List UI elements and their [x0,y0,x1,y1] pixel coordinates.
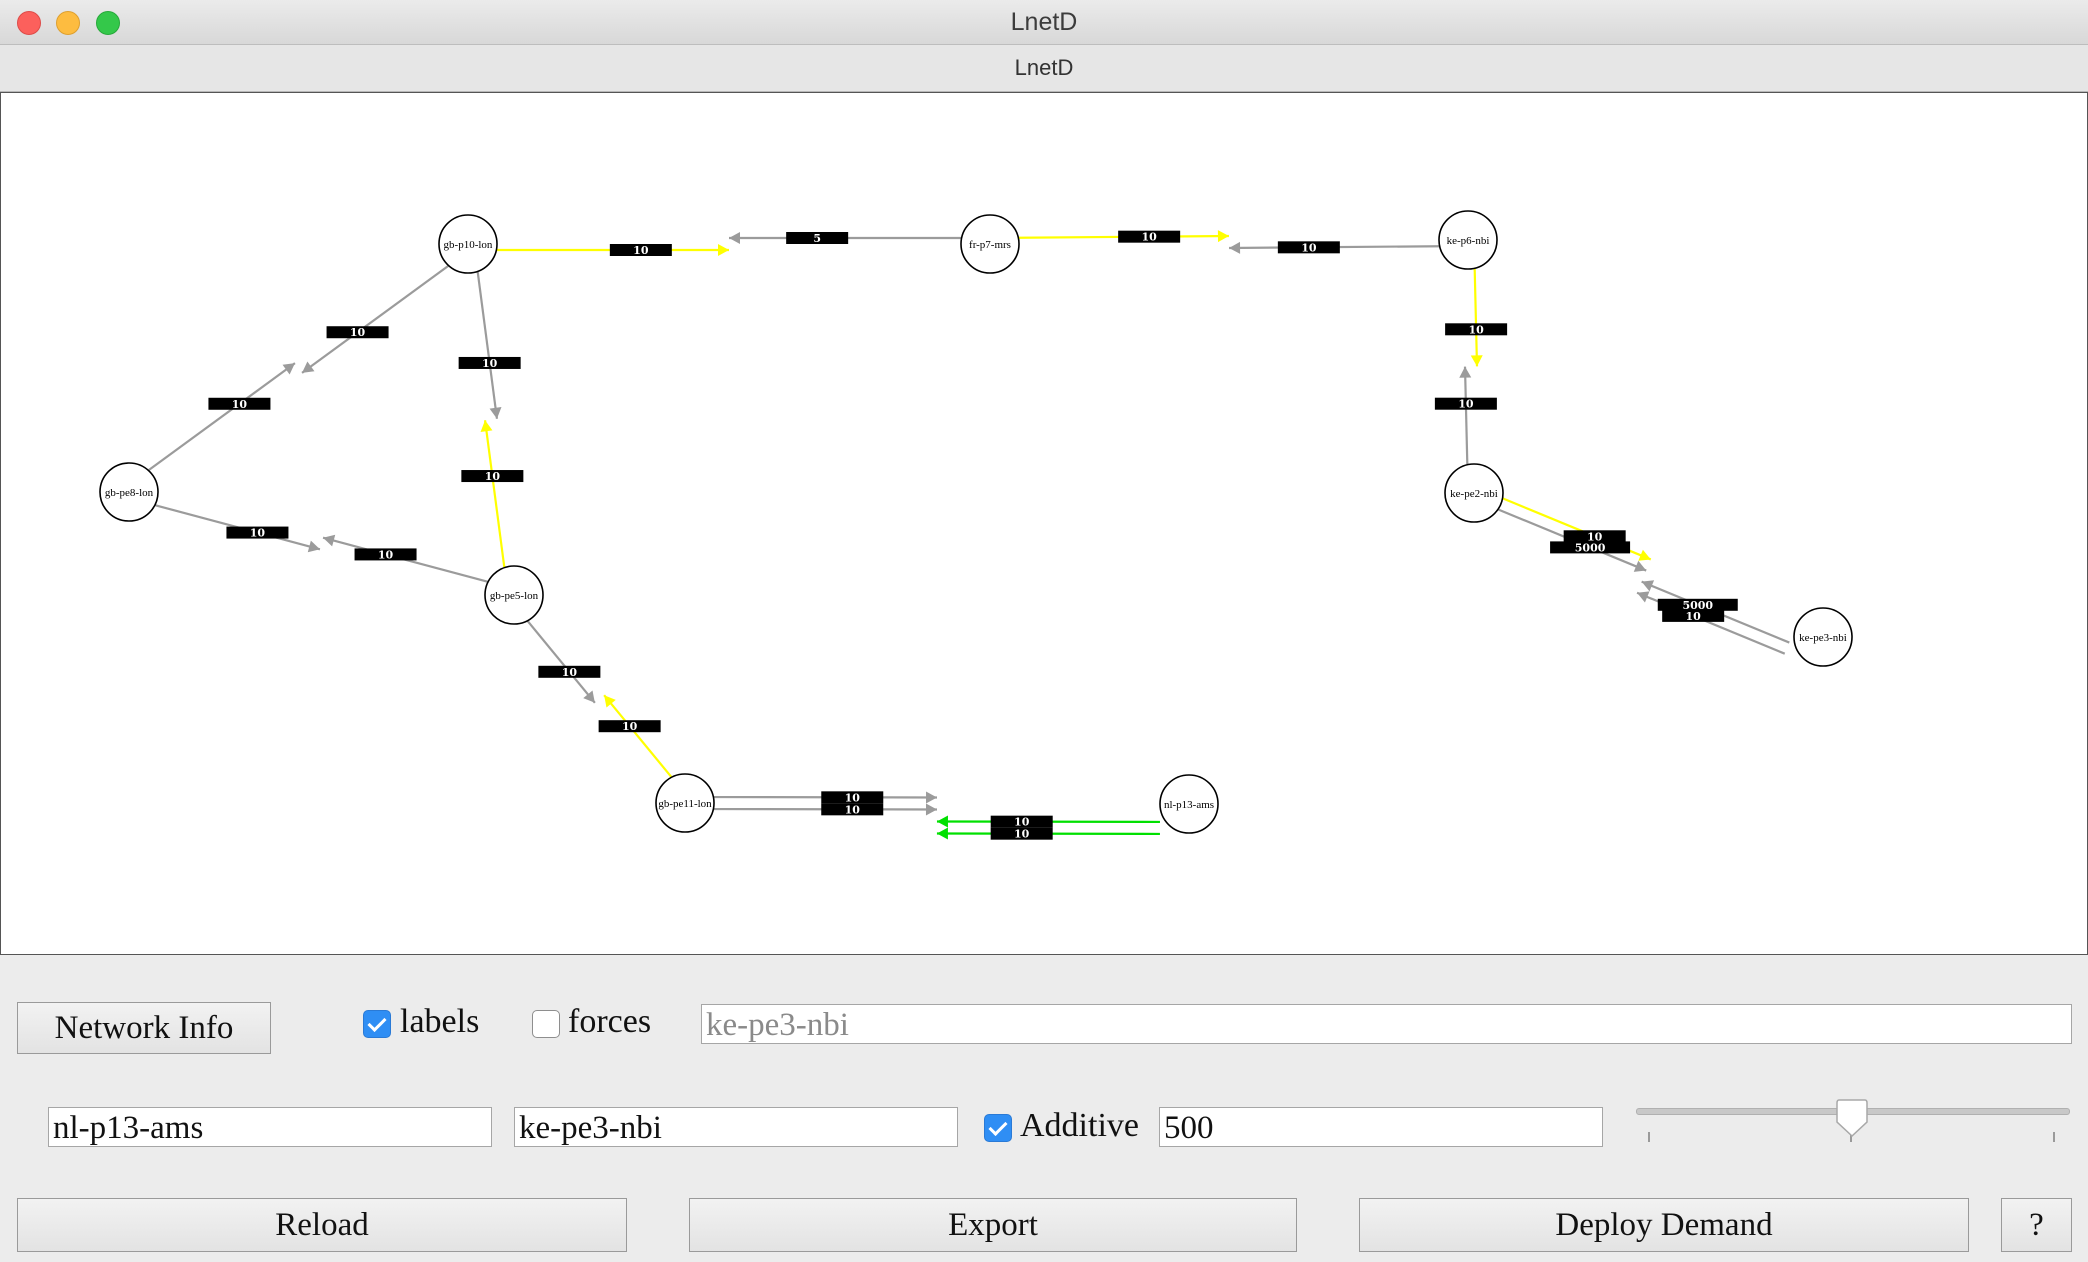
link-metric-label: 10 [232,398,248,411]
app-header-title: LnetD [1014,55,1074,80]
link-metric-label: 10 [350,326,366,339]
node-fr-p7-mrs[interactable]: fr-p7-mrs [960,214,1020,274]
labels-checkbox[interactable] [363,1010,391,1038]
node-gb-pe5-lon[interactable]: gb-pe5-lon [484,565,544,625]
additive-checkbox[interactable] [984,1114,1012,1142]
node-gb-pe11-lon[interactable]: gb-pe11-lon [655,773,715,833]
link-arrow [718,244,729,256]
network-graph-canvas[interactable]: 10 5 10 10 10 10 10 10 10 10 10 10 10 10 10 10 10 10 10 500… [0,92,2088,955]
node-label: gb-pe11-lon [658,798,712,810]
link-metric-label: 5 [813,232,821,245]
source-node-input[interactable]: nl-p13-ams [48,1107,492,1147]
link-arrow [489,407,502,419]
additive-checkbox-label: Additive [1020,1107,1139,1144]
network-graph[interactable]: 105 1010101010101010101010101010101010500… [1,93,2087,954]
slider-tick-max [2053,1132,2055,1142]
forces-checkbox-label: forces [568,1003,652,1040]
link-metric-label: 10 [482,357,498,370]
link-arrow [323,534,336,547]
link-metric-label: 10 [1014,828,1030,841]
link-metric-label: 10 [1468,323,1484,336]
node-label: nl-p13-ams [1164,799,1214,811]
link-arrow [1217,230,1229,243]
labels-checkbox-label: labels [400,1003,480,1040]
link-metric-label: 10 [1686,610,1702,623]
link-gb-p10-lon-to-gb-pe8-lon[interactable] [301,265,449,374]
node-label: gb-pe8-lon [105,487,154,499]
app-header: LnetD [0,45,2088,92]
node-label: gb-pe5-lon [490,590,539,602]
link-gb-pe11-lon-to-gb-pe5-lon[interactable] [603,694,673,778]
node-ke-pe3-nbi[interactable]: ke-pe3-nbi [1793,607,1853,667]
node-gb-pe8-lon[interactable]: gb-pe8-lon [99,462,159,522]
forces-checkbox[interactable] [532,1010,560,1038]
help-button[interactable]: ? [2001,1198,2072,1252]
link-arrow [936,827,948,840]
link-metric-label: 10 [633,244,649,257]
link-metric-label: 10 [1141,231,1157,244]
link-gb-pe8-lon-to-gb-p10-lon[interactable] [148,362,296,471]
link-metric-label: 5000 [1575,541,1606,554]
window-title: LnetD [1010,8,1078,36]
demand-value-input[interactable]: 500 [1159,1107,1603,1147]
link-arrow [729,232,740,244]
node-label: ke-p6-nbi [1447,235,1490,247]
link-arrow [302,361,315,373]
link-arrow [926,791,938,804]
link-metric-label: 10 [562,666,578,679]
link-arrow [1470,355,1483,367]
link-metric-label: 10 [622,720,638,733]
link-arrow [480,420,493,432]
link-ke-pe2-nbi-to-ke-p6-nbi[interactable] [1463,366,1469,465]
deploy-demand-button[interactable]: Deploy Demand [1359,1198,1969,1252]
node-nl-p13-ams[interactable]: nl-p13-ams [1159,774,1219,834]
link-metric-label: 10 [378,548,394,561]
link-ke-p6-nbi-to-ke-pe2-nbi[interactable] [1473,268,1479,367]
node-ke-pe2-nbi[interactable]: ke-pe2-nbi [1444,463,1504,523]
destination-node-input[interactable]: ke-pe3-nbi [514,1107,958,1147]
link-arrow [925,803,937,816]
link-arrow [936,815,948,828]
link-metric-label: 10 [485,470,501,483]
node-label: gb-p10-lon [444,239,493,251]
link-gb-pe5-lon-to-gb-pe11-lon[interactable] [526,620,596,704]
link-gb-pe5-lon-to-gb-p10-lon[interactable] [483,420,506,568]
demand-slider-handle[interactable] [1836,1098,1868,1138]
link-metric-label: 10 [845,803,861,816]
node-ke-p6-nbi[interactable]: ke-p6-nbi [1438,210,1498,270]
node-gb-p10-lon[interactable]: gb-p10-lon [438,214,498,274]
link-metric-label: 10 [1458,398,1474,411]
slider-tick-min [1648,1132,1650,1142]
link-arrow [307,540,320,553]
link-gb-p10-lon-to-gb-pe5-lon[interactable] [476,271,499,419]
node-label: fr-p7-mrs [969,239,1011,251]
link-metric-label: 10 [250,527,266,540]
reload-button[interactable]: Reload [17,1198,627,1252]
link-arrow [282,363,295,375]
link-arrow [1459,366,1472,378]
window-titlebar: LnetD [0,0,2088,45]
node-search-input[interactable]: ke-pe3-nbi [701,1004,2072,1044]
node-label: ke-pe2-nbi [1450,488,1498,500]
export-button[interactable]: Export [689,1198,1297,1252]
node-label: ke-pe3-nbi [1799,632,1847,644]
link-arrow [1229,241,1241,254]
network-info-button[interactable]: Network Info [17,1002,271,1054]
link-metric-label: 10 [1301,241,1317,254]
